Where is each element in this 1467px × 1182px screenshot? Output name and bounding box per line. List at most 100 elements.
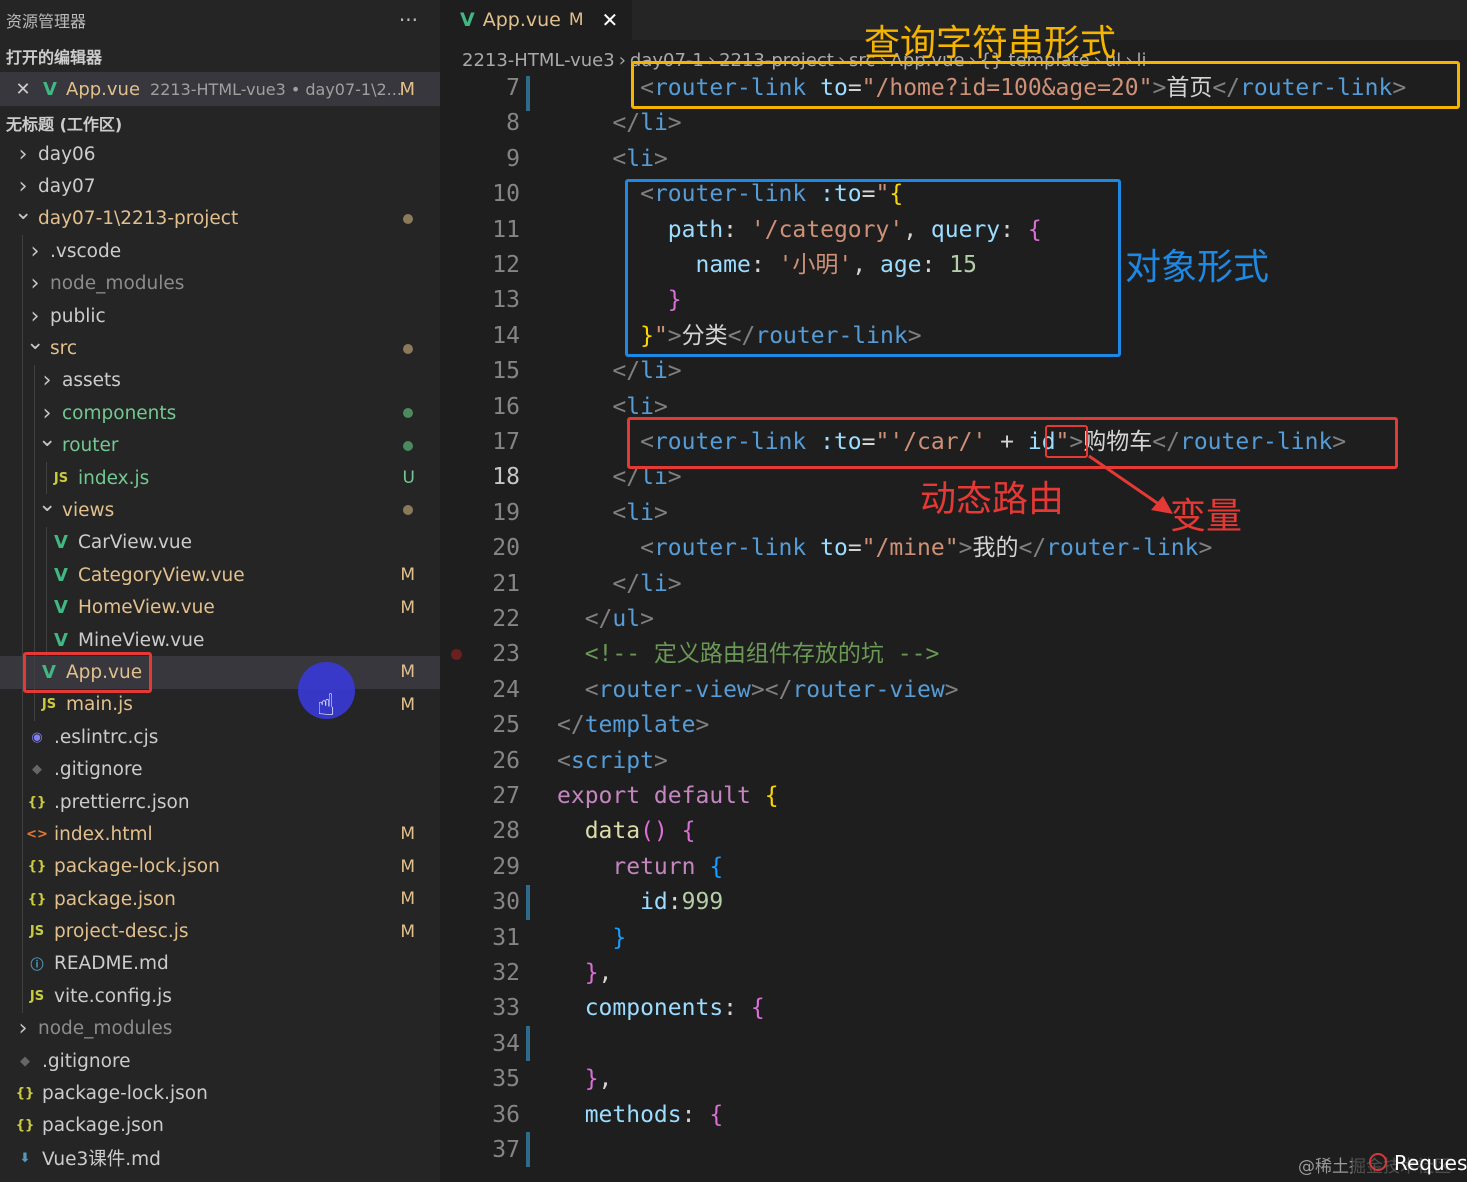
code-token: : — [681, 1101, 710, 1128]
code-token: { — [709, 1101, 724, 1128]
tree-item[interactable]: {} .prettierrc.json — [0, 785, 440, 819]
chevron-right-icon: › — [18, 174, 28, 200]
tree-item[interactable]: V CarView.vue — [0, 526, 440, 560]
code-line[interactable]: 20 <router-link to="/mine">我的</router-li… — [440, 531, 1467, 566]
tree-item[interactable]: ⓘ README.md — [0, 947, 440, 981]
tree-item[interactable]: <> index.html M — [0, 818, 440, 851]
chevron-right-icon: › — [618, 49, 626, 71]
code-line[interactable]: 36 methods: { — [440, 1098, 1467, 1133]
code-line[interactable]: 32 }, — [440, 956, 1467, 991]
code-token: < — [557, 145, 627, 172]
tree-item[interactable]: {} package-lock.json — [0, 1077, 440, 1109]
code-token: components — [557, 995, 724, 1022]
code-text: return { — [557, 850, 723, 885]
tree-item-label: index.html — [54, 823, 153, 845]
code-text: <router-link to="/mine">我的</router-link> — [557, 531, 1212, 566]
tree-item[interactable]: › components — [0, 397, 440, 430]
git-status-badge: U — [402, 468, 415, 489]
open-editor-item[interactable]: ✕ V App.vue 2213-HTML-vue3 • day07-1\2..… — [0, 72, 440, 106]
tree-item[interactable]: › day06 — [0, 138, 440, 170]
open-editors-section[interactable]: 打开的编辑器 — [0, 40, 440, 72]
code-token: "/mine" — [861, 535, 959, 562]
gutter-change-marker — [526, 1026, 530, 1061]
close-icon[interactable]: ✕ — [8, 79, 38, 100]
tree-item[interactable]: › assets — [0, 364, 440, 398]
breakpoint-icon[interactable] — [451, 649, 462, 660]
tree-item[interactable]: › node_modules — [0, 267, 440, 300]
code-line[interactable]: 27 export default { — [440, 779, 1467, 814]
tree-item-label: .eslintrc.cjs — [54, 726, 159, 748]
code-line[interactable]: 23 <!-- 定义路由组件存放的坑 --> — [440, 637, 1467, 672]
indent-guide — [22, 688, 23, 722]
tree-item-label: .prettierrc.json — [54, 791, 190, 813]
code-line[interactable]: 28 data() { — [440, 814, 1467, 849]
tree-item-label: index.js — [78, 467, 150, 489]
git-file-icon: ◆ — [20, 1053, 30, 1069]
code-line[interactable]: 26 <script> — [440, 744, 1467, 779]
tree-item[interactable]: JS project-desc.js M — [0, 915, 440, 948]
code-text: </li> — [557, 106, 681, 141]
more-actions-icon[interactable]: ··· — [399, 8, 418, 32]
tree-item[interactable]: JS vite.config.js — [0, 980, 440, 1013]
workspace-section[interactable]: 无标题 (工作区) — [0, 108, 440, 138]
explorer-sidebar: 资源管理器 ··· 打开的编辑器 ✕ V App.vue 2213-HTML-v… — [0, 0, 440, 1182]
code-line[interactable]: 24 <router-view></router-view> — [440, 673, 1467, 708]
code-line[interactable]: 15 </li> — [440, 354, 1467, 389]
tree-item[interactable]: V CategoryView.vue M — [0, 559, 440, 592]
tree-item[interactable]: › node_modules — [0, 1013, 440, 1045]
tree-item[interactable]: ⌄ router — [0, 427, 440, 462]
code-line[interactable]: 21 </li> — [440, 567, 1467, 602]
tree-item[interactable]: ◉ .eslintrc.cjs — [0, 721, 440, 754]
tree-item[interactable]: JS main.js M — [0, 688, 440, 722]
query-string-annotation: 查询字符串形式 — [864, 23, 1117, 64]
code-line[interactable]: 35 }, — [440, 1062, 1467, 1097]
code-token: = — [847, 535, 862, 562]
git-file-icon: ◆ — [32, 762, 42, 778]
tree-item[interactable]: ⬇ Vue3课件.md — [0, 1142, 440, 1174]
code-line[interactable]: 29 return { — [440, 850, 1467, 885]
code-line[interactable]: 33 components: { — [440, 991, 1467, 1026]
indent-guide — [22, 623, 23, 657]
code-token: > — [653, 393, 668, 420]
tree-item[interactable]: V HomeView.vue M — [0, 591, 440, 624]
tree-item[interactable]: › .vscode — [0, 235, 440, 268]
modified-dot-icon — [403, 505, 413, 516]
code-line[interactable]: 8 </li> — [440, 106, 1467, 141]
code-line[interactable]: 22 </ul> — [440, 602, 1467, 637]
code-line[interactable]: 34 — [440, 1027, 1467, 1062]
tree-item[interactable]: › day07 — [0, 170, 440, 202]
code-token: id — [557, 889, 668, 916]
tab-app-vue[interactable]: V App.vue M ✕ — [440, 0, 633, 40]
chevron-down-icon: ⌄ — [38, 427, 57, 453]
tree-item[interactable]: JS index.js U — [0, 461, 440, 495]
code-line[interactable]: 30 id:999 — [440, 885, 1467, 920]
tree-item[interactable]: ◆ .gitignore — [0, 753, 440, 786]
code-token: export default — [557, 783, 765, 809]
tree-item-label: day07 — [38, 176, 96, 198]
tree-item[interactable]: ⌄ views — [0, 492, 440, 527]
tree-item-label: MineView.vue — [78, 629, 205, 651]
tree-item[interactable]: {} package-lock.json M — [0, 850, 440, 883]
vue-file-icon: V — [54, 532, 68, 554]
code-token: : — [667, 889, 682, 916]
tree-item[interactable]: ⌄ day07-1\2213-project — [0, 200, 440, 235]
line-number: 25 — [492, 712, 520, 739]
tree-item-label: package-lock.json — [54, 856, 220, 878]
code-line[interactable]: 25 </template> — [440, 708, 1467, 743]
breadcrumb-item[interactable]: 2213-HTML-vue3 — [462, 50, 615, 71]
tree-item[interactable]: {} package.json M — [0, 882, 440, 916]
code-line[interactable]: 31 } — [440, 921, 1467, 956]
tree-item-label: .gitignore — [54, 759, 143, 781]
tree-item[interactable]: › public — [0, 299, 440, 333]
code-line[interactable]: 9 <li> — [440, 142, 1467, 177]
git-status-badge: M — [400, 921, 415, 942]
line-number: 27 — [492, 783, 520, 809]
code-token: { — [764, 783, 779, 809]
tree-item[interactable]: {} package.json — [0, 1110, 440, 1142]
code-token: </ — [557, 606, 613, 632]
tree-item[interactable]: ◆ .gitignore — [0, 1045, 440, 1077]
indent-guide — [22, 915, 23, 948]
close-icon[interactable]: ✕ — [602, 8, 619, 32]
tree-item[interactable]: ⌄ src — [0, 330, 440, 365]
